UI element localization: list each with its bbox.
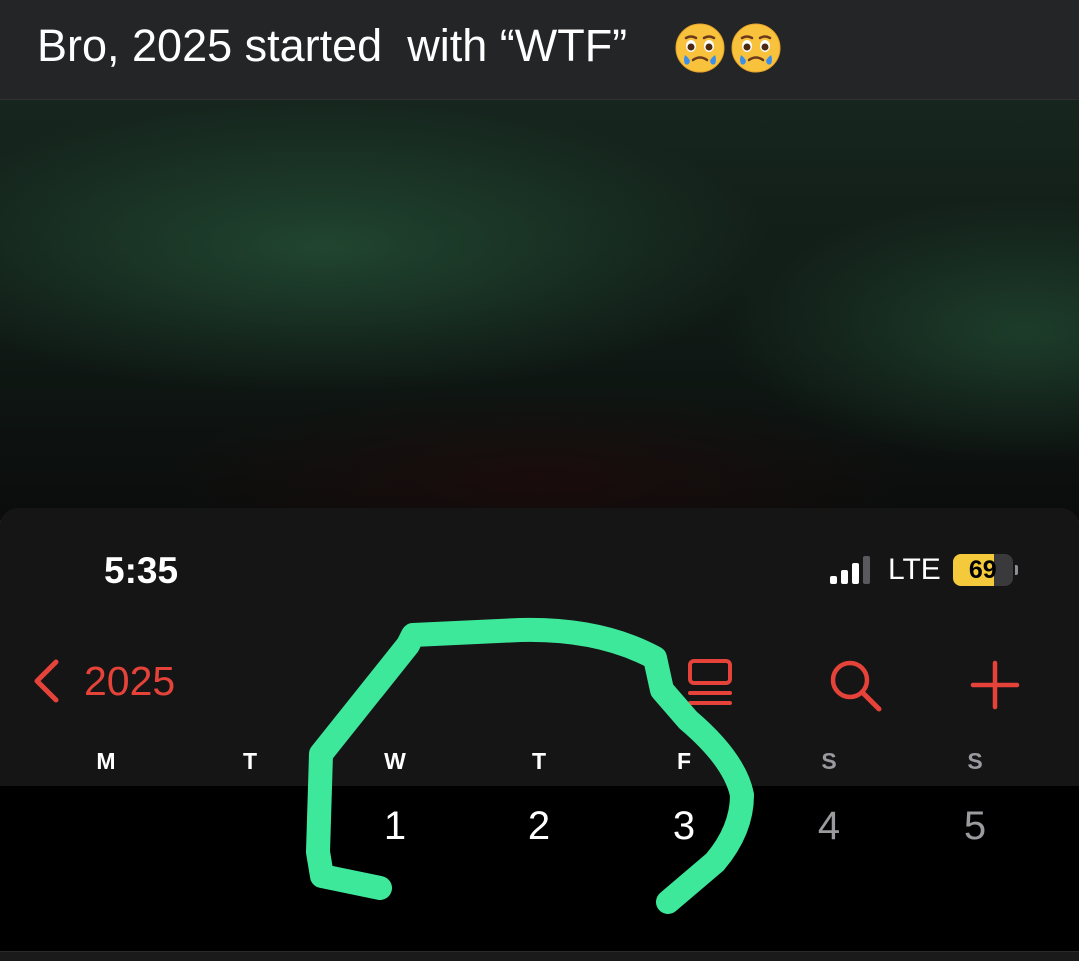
list-view-icon[interactable] bbox=[684, 657, 736, 709]
face-holding-back-tears-emoji bbox=[731, 23, 781, 73]
phone-screenshot: 5:35 LTE 69 2025 M T W T F S S 1 2 3 4 5 bbox=[0, 508, 1079, 961]
weekday-wednesday: W bbox=[384, 748, 406, 774]
weekday-saturday: S bbox=[821, 748, 837, 774]
search-icon[interactable] bbox=[826, 656, 884, 714]
back-to-year-button[interactable]: 2025 bbox=[30, 653, 175, 709]
weekday-tuesday: T bbox=[242, 748, 258, 774]
cellular-signal-icon bbox=[830, 556, 870, 584]
date-cell-1[interactable]: 1 bbox=[360, 804, 430, 849]
face-holding-back-tears-emoji bbox=[675, 23, 725, 73]
battery-icon: 69 bbox=[952, 554, 1013, 586]
weekday-monday: M bbox=[96, 748, 116, 774]
status-indicators: LTE 69 bbox=[828, 552, 1018, 588]
post-caption: Bro, 2025 started with “WTF” bbox=[37, 20, 628, 71]
weekday-sunday: S bbox=[967, 748, 983, 774]
date-cell-3[interactable]: 3 bbox=[649, 804, 719, 849]
bottom-divider bbox=[0, 951, 1079, 961]
year-label: 2025 bbox=[84, 657, 176, 704]
add-icon[interactable] bbox=[970, 660, 1020, 710]
chevron-left-icon bbox=[34, 659, 59, 703]
weekday-friday: F bbox=[676, 748, 692, 774]
date-cell-2[interactable]: 2 bbox=[504, 804, 574, 849]
date-cell-5[interactable]: 5 bbox=[940, 804, 1010, 849]
status-time: 5:35 bbox=[104, 550, 179, 591]
blurred-background-photo bbox=[0, 100, 1079, 520]
weekday-header-row: M T W T F S S bbox=[0, 748, 1079, 784]
network-type: LTE bbox=[888, 553, 941, 586]
battery-level: 69 bbox=[968, 556, 997, 584]
battery-indicator: 69 bbox=[952, 554, 1018, 586]
date-cell-4[interactable]: 4 bbox=[794, 804, 864, 849]
week-date-strip: 1 2 3 4 5 bbox=[0, 786, 1079, 951]
weekday-thursday: T bbox=[531, 748, 547, 774]
post-header: Bro, 2025 started with “WTF” bbox=[0, 0, 1079, 100]
battery-tip bbox=[1014, 565, 1018, 575]
emoji-group bbox=[674, 22, 782, 74]
